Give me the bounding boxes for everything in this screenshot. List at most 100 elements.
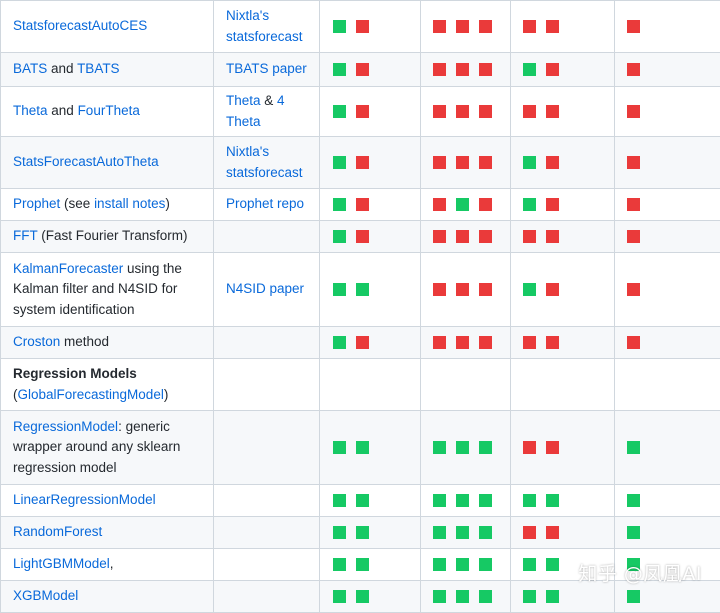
link[interactable]: Prophet	[13, 196, 60, 211]
green-check-icon	[456, 441, 469, 454]
models-table: StatsforecastAutoCES Nixtla's statsforeca…	[0, 0, 720, 613]
cell-text: and	[47, 61, 77, 76]
red-cross-icon	[433, 230, 446, 243]
green-check-icon	[333, 63, 346, 76]
green-check-icon	[333, 590, 346, 603]
model-cell: LinearRegressionModel	[1, 485, 214, 517]
link[interactable]: Nixtla's statsforecast	[226, 144, 303, 180]
green-check-icon	[627, 494, 640, 507]
link[interactable]: RandomForest	[13, 524, 102, 539]
link[interactable]: N4SID paper	[226, 281, 304, 296]
table-row: FFT (Fast Fourier Transform)	[1, 221, 720, 253]
support-cell	[421, 87, 511, 137]
red-cross-icon	[456, 156, 469, 169]
link[interactable]: TBATS paper	[226, 61, 307, 76]
link[interactable]: BATS	[13, 61, 47, 76]
support-cell	[320, 189, 421, 221]
support-cell	[615, 1, 720, 53]
red-cross-icon	[479, 63, 492, 76]
red-cross-icon	[546, 20, 559, 33]
red-cross-icon	[356, 198, 369, 211]
cell-text: (Fast Fourier Transform)	[38, 228, 188, 243]
link[interactable]: GlobalForecastingModel	[18, 387, 164, 402]
model-cell: RegressionModel: generic wrapper around …	[1, 411, 214, 485]
green-check-icon	[356, 558, 369, 571]
source-cell	[214, 411, 320, 485]
red-cross-icon	[479, 230, 492, 243]
link[interactable]: Croston	[13, 334, 60, 349]
link[interactable]: FourTheta	[78, 103, 140, 118]
support-cell	[421, 137, 511, 189]
link[interactable]: Nixtla's statsforecast	[226, 8, 303, 44]
red-cross-icon	[456, 336, 469, 349]
red-cross-icon	[433, 198, 446, 211]
support-cell	[511, 53, 615, 87]
cell-text: &	[261, 93, 278, 108]
green-check-icon	[456, 526, 469, 539]
source-cell	[214, 359, 320, 411]
source-cell	[214, 549, 320, 581]
support-cell	[421, 485, 511, 517]
link[interactable]: Prophet repo	[226, 196, 304, 211]
support-cell	[511, 1, 615, 53]
models-table-body: StatsforecastAutoCES Nixtla's statsforeca…	[1, 1, 720, 613]
link[interactable]: StatsforecastAutoCES	[13, 18, 147, 33]
model-cell: Prophet (see install notes)	[1, 189, 214, 221]
support-cell	[511, 221, 615, 253]
red-cross-icon	[546, 198, 559, 211]
link[interactable]: XGBModel	[13, 588, 78, 603]
red-cross-icon	[546, 156, 559, 169]
source-cell: Nixtla's statsforecast	[214, 137, 320, 189]
green-check-icon	[523, 494, 536, 507]
table-row: StatsForecastAutoTheta Nixtla's statsfore…	[1, 137, 720, 189]
support-cell	[421, 581, 511, 613]
link[interactable]: KalmanForecaster	[13, 261, 123, 276]
green-check-icon	[333, 283, 346, 296]
red-cross-icon	[356, 230, 369, 243]
table-row: RegressionModel: generic wrapper around …	[1, 411, 720, 485]
link[interactable]: LinearRegressionModel	[13, 492, 156, 507]
support-cell	[421, 189, 511, 221]
link[interactable]: TBATS	[77, 61, 120, 76]
support-cell	[421, 359, 511, 411]
support-cell	[511, 87, 615, 137]
table-row: Regression Models (GlobalForecastingMode…	[1, 359, 720, 411]
link[interactable]: install notes	[94, 196, 165, 211]
support-cell	[320, 221, 421, 253]
support-cell	[421, 517, 511, 549]
link[interactable]: StatsForecastAutoTheta	[13, 154, 159, 169]
link[interactable]: FFT	[13, 228, 38, 243]
link[interactable]: Theta	[13, 103, 48, 118]
support-cell	[615, 411, 720, 485]
green-check-icon	[333, 198, 346, 211]
red-cross-icon	[433, 63, 446, 76]
source-cell	[214, 327, 320, 359]
red-cross-icon	[546, 63, 559, 76]
support-cell	[320, 53, 421, 87]
green-check-icon	[479, 441, 492, 454]
red-cross-icon	[356, 156, 369, 169]
green-check-icon	[333, 526, 346, 539]
green-check-icon	[627, 526, 640, 539]
support-cell	[320, 581, 421, 613]
red-cross-icon	[456, 105, 469, 118]
support-cell	[615, 87, 720, 137]
support-cell	[421, 411, 511, 485]
link[interactable]: RegressionModel	[13, 419, 118, 434]
green-check-icon	[433, 494, 446, 507]
green-check-icon	[523, 156, 536, 169]
green-check-icon	[456, 494, 469, 507]
table-row: LinearRegressionModel	[1, 485, 720, 517]
support-cell	[320, 549, 421, 581]
link[interactable]: Theta	[226, 93, 261, 108]
green-check-icon	[433, 526, 446, 539]
table-row: Croston method	[1, 327, 720, 359]
support-cell	[511, 359, 615, 411]
support-cell	[320, 1, 421, 53]
red-cross-icon	[546, 283, 559, 296]
cell-text: and	[48, 103, 78, 118]
red-cross-icon	[456, 283, 469, 296]
red-cross-icon	[356, 20, 369, 33]
link[interactable]: LightGBMModel	[13, 556, 110, 571]
source-cell: Prophet repo	[214, 189, 320, 221]
